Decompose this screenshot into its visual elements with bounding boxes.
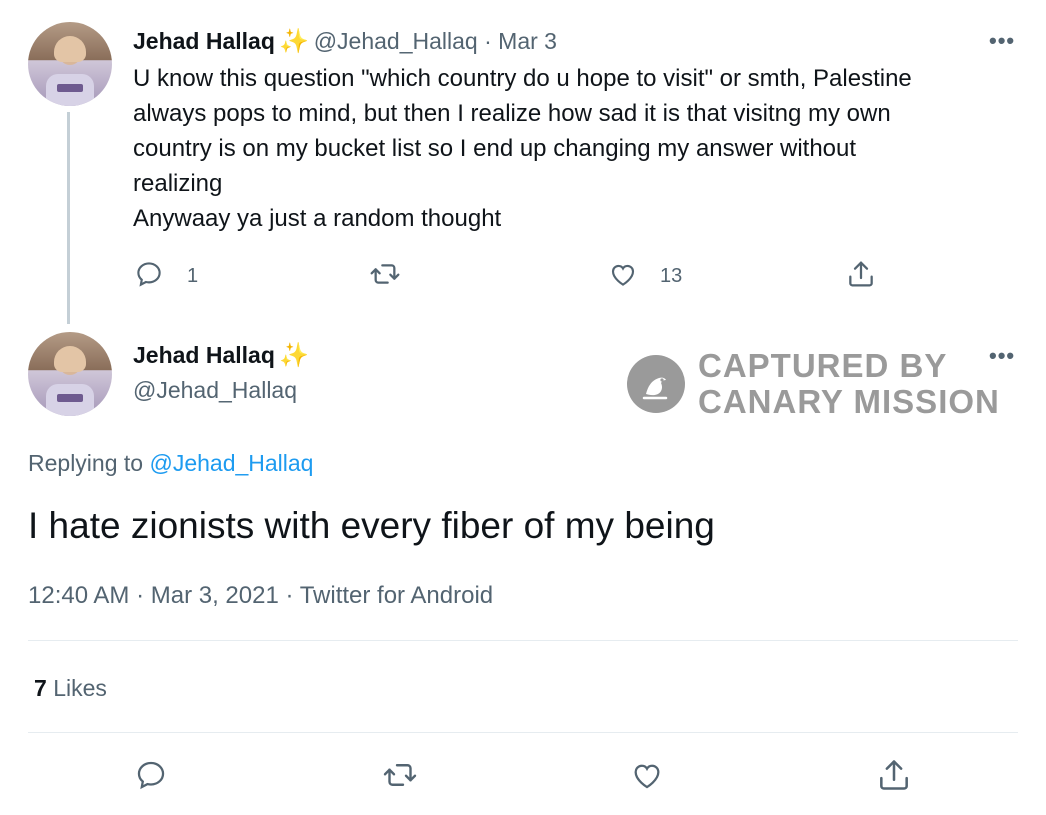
reply-icon[interactable] <box>133 758 169 792</box>
replying-prefix: Replying to <box>28 450 150 476</box>
watermark-text: CAPTURED BY CANARY MISSION <box>698 348 1000 420</box>
replying-handle-link[interactable]: @Jehad_Hallaq <box>149 450 313 476</box>
reply-icon[interactable] <box>134 259 164 289</box>
reply-count: 1 <box>187 265 199 287</box>
likes-label: Likes <box>53 675 107 701</box>
divider <box>28 732 1018 733</box>
sparkles-icon: ✨ <box>279 342 310 369</box>
tweet-date[interactable]: Mar 3 <box>498 28 557 54</box>
like-icon[interactable] <box>628 758 666 792</box>
tweet-timestamp[interactable]: 12:40 AM · Mar 3, 2021 · Twitter for And… <box>28 582 493 610</box>
tweet-text-line: country is on my bucket list so I end up… <box>133 135 857 162</box>
tweet1-header: Jehad Hallaq ✨ @Jehad_Hallaq · Mar 3 <box>133 27 557 56</box>
canary-mission-logo-icon <box>626 354 686 419</box>
replying-to: Replying to @Jehad_Hallaq <box>28 450 313 477</box>
watermark-line: CAPTURED BY <box>698 347 948 384</box>
watermark-line: CANARY MISSION <box>698 383 1000 420</box>
author-name[interactable]: Jehad Hallaq <box>133 342 275 368</box>
tweet1-text: U know this question "which country do u… <box>133 61 1013 236</box>
avatar[interactable] <box>28 22 112 106</box>
author-name[interactable]: Jehad Hallaq <box>133 28 275 54</box>
thread-line <box>67 112 70 324</box>
likes-count: 7 <box>34 675 47 701</box>
author-handle[interactable]: @Jehad_Hallaq <box>133 377 297 404</box>
like-count: 13 <box>660 265 683 287</box>
share-icon[interactable] <box>875 756 913 794</box>
likes-stat[interactable]: 7 Likes <box>34 675 107 702</box>
tweet-text-line: always pops to mind, but then I realize … <box>133 100 891 127</box>
tweet-text-line: U know this question "which country do u… <box>133 65 912 92</box>
tweet2-text: I hate zionists with every fiber of my b… <box>28 505 715 546</box>
share-icon[interactable] <box>845 258 877 290</box>
tweet-text-line: realizing <box>133 170 223 197</box>
retweet-icon[interactable] <box>380 757 420 793</box>
like-icon[interactable] <box>607 259 639 289</box>
retweet-icon[interactable] <box>368 258 402 290</box>
tweet2-header: Jehad Hallaq ✨ <box>133 341 309 370</box>
divider <box>28 640 1018 641</box>
sparkles-icon: ✨ <box>279 28 310 55</box>
author-handle[interactable]: @Jehad_Hallaq <box>314 28 478 54</box>
separator: · <box>477 28 499 54</box>
tweet-text-line: Anywaay ya just a random thought <box>133 205 502 232</box>
avatar[interactable] <box>28 332 112 416</box>
more-options-icon[interactable]: ••• <box>989 28 1015 54</box>
